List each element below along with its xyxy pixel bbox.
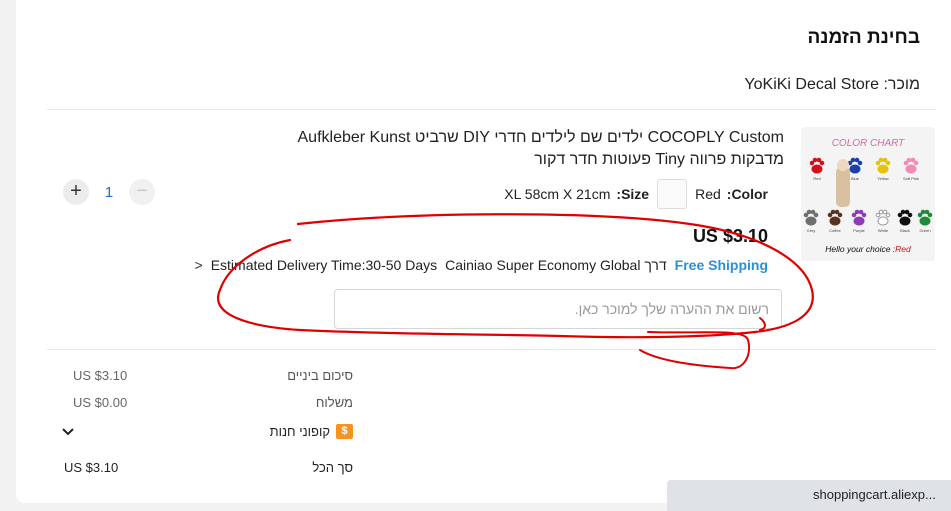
total-label: סך הכל — [312, 460, 353, 475]
chart-heading: COLOR CHART — [832, 138, 905, 149]
item-price: US $3.10 — [692, 226, 768, 246]
swatch-label: Black — [900, 228, 910, 233]
chevron-down-icon[interactable] — [61, 424, 75, 442]
color-value: Red — [695, 186, 721, 202]
seller-note-input[interactable] — [334, 289, 782, 329]
shipping-cost-value: US $0.00 — [73, 395, 128, 410]
shipping-option[interactable]: Free Shipping דרך Cainiao Super Economy … — [195, 257, 769, 273]
store-coupons-label: קופוני חנות — [269, 424, 330, 439]
swatch-label: Green — [919, 228, 930, 233]
browser-status-url: shoppingcart.aliexp... — [667, 480, 951, 511]
increase-quantity-button[interactable]: + — [63, 179, 89, 205]
color-label: Color: — [726, 186, 768, 202]
swatch-label: Coffee — [829, 228, 841, 233]
swatch-label: Blue — [851, 176, 860, 181]
sku-thumbnail — [657, 179, 688, 209]
chart-caption: Hello your choice :Red — [825, 244, 911, 254]
swatch-label: White — [878, 228, 889, 233]
store-coupons-row[interactable]: $ קופוני חנות — [270, 424, 353, 439]
total-value: US $3.10 — [64, 460, 119, 475]
quantity-value[interactable]: 1 — [89, 184, 129, 201]
seller-name[interactable]: מוכר: YoKiKi Decal Store — [744, 76, 920, 94]
coupon-icon: $ — [336, 424, 353, 439]
order-review-card: בחינת הזמנה מוכר: YoKiKi Decal Store COL… — [16, 0, 951, 503]
swatch-label: Purple — [853, 228, 865, 233]
subtotal-label: סיכום ביניים — [287, 368, 353, 383]
swatch-label: Grey — [807, 228, 816, 233]
delivery-estimate: Estimated Delivery Time:30-50 Days — [210, 257, 438, 273]
quantity-stepper: + 1 − — [63, 179, 155, 205]
decrease-quantity-button[interactable]: − — [129, 179, 155, 205]
size-label: Size: — [616, 186, 650, 202]
product-title[interactable]: COCOPLY Custom ילדים שם לילדים חדרי DIY … — [265, 127, 785, 171]
subtotal-value: US $3.10 — [73, 368, 128, 383]
swatch-label: Red — [813, 176, 820, 181]
shipping-service: דרך Cainiao Super Economy Global — [445, 257, 667, 273]
swatch-label: Soft Pink — [903, 176, 919, 181]
divider — [47, 349, 936, 350]
color-chart-image: COLOR CHART Red Blue Yellow Soft Pink Grey Co… — [801, 127, 935, 261]
product-image[interactable]: COLOR CHART Red Blue Yellow Soft Pink Grey Co… — [801, 127, 935, 261]
sku-info[interactable]: Color: Red Size: XL 58cm X 21cm — [504, 179, 768, 209]
shipping-cost-label: משלוח — [315, 395, 353, 410]
size-value: XL 58cm X 21cm — [504, 186, 611, 202]
divider — [47, 109, 936, 110]
figure-icon — [836, 167, 850, 207]
free-shipping-label: Free Shipping — [674, 257, 768, 273]
swatch-label: Yellow — [877, 176, 889, 181]
page-title: בחינת הזמנה — [807, 27, 920, 48]
chevron-left-icon[interactable]: < — [195, 257, 203, 273]
